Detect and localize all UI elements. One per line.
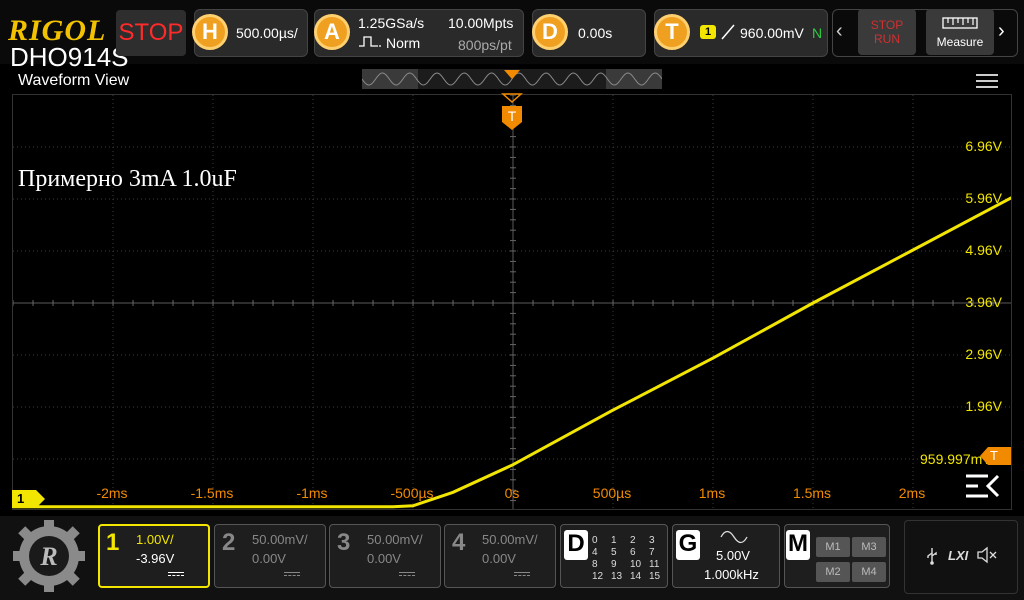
run-label: RUN	[874, 32, 900, 46]
measure-button[interactable]: Measure	[926, 9, 994, 55]
acquire-mode-icon	[359, 36, 381, 47]
trigger-source: 1	[700, 25, 716, 39]
math-m1[interactable]: M1	[816, 537, 850, 557]
ch1-offset-label: 1	[17, 491, 25, 506]
stop-run-button[interactable]: STOP RUN	[858, 9, 916, 55]
waveform-view-title: Waveform View	[18, 72, 130, 89]
math-m3[interactable]: M3	[852, 537, 886, 557]
trigger-badge: T	[654, 14, 690, 50]
run-state-indicator[interactable]: STOP	[116, 10, 186, 56]
channel-number: 3	[337, 529, 351, 556]
sample-rate: 1.25GSa/s	[358, 15, 425, 31]
channel-number: 1	[106, 529, 120, 556]
digital-bit-label: 11	[649, 559, 660, 570]
time-scale-label: 1.5ms	[792, 485, 832, 501]
digital-bit-label: 15	[649, 571, 661, 582]
channel-offset: 0.00V	[367, 551, 401, 566]
math-m4[interactable]: M4	[852, 562, 886, 582]
memory-depth: 10.00Mpts	[448, 15, 514, 31]
trigger-status: N	[812, 25, 823, 41]
horizontal-badge: H	[192, 14, 228, 50]
sine-wave-icon	[720, 530, 748, 544]
volt-scale-label: 3.96V	[965, 294, 1002, 310]
generator-frequency: 1.000kHz	[704, 567, 759, 582]
digital-bit-label: 8	[592, 559, 598, 570]
dc-coupling-icon	[514, 572, 530, 577]
chevron-left-icon[interactable]: ‹	[836, 20, 843, 43]
digital-bit-label: 10	[630, 559, 642, 570]
time-scale-label: 2ms	[898, 485, 926, 501]
acquire-badge: A	[314, 14, 350, 50]
volt-scale-label: 5.96V	[965, 190, 1002, 206]
time-scale-label: -2ms	[96, 485, 128, 501]
svg-text:R: R	[39, 542, 57, 571]
digital-bit-label: 1	[611, 535, 617, 546]
math-badge: M	[786, 530, 810, 560]
channel-offset: 0.00V	[252, 551, 286, 566]
digital-bit-label: 7	[649, 547, 655, 558]
rising-edge-icon	[721, 24, 735, 40]
channel-scale: 50.00mV/	[367, 532, 423, 547]
usb-icon	[927, 548, 937, 565]
digital-bit-label: 3	[649, 535, 655, 546]
channel-scale: 50.00mV/	[252, 532, 308, 547]
lxi-icon: LXI	[948, 548, 969, 563]
volt-scale-label: 4.96V	[965, 242, 1002, 258]
digital-bit-label: 12	[592, 571, 604, 582]
collapse-panel-icon[interactable]	[964, 472, 1002, 500]
speaker-muted-icon[interactable]	[976, 546, 998, 564]
channel-scale: 50.00mV/	[482, 532, 538, 547]
digital-badge: D	[564, 530, 588, 560]
channel-number: 4	[452, 529, 466, 556]
menu-icon[interactable]	[976, 74, 998, 88]
volt-scale-label: 6.96V	[965, 138, 1002, 154]
chevron-right-icon[interactable]: ›	[998, 20, 1005, 43]
time-scale-label: -1.5ms	[190, 485, 234, 501]
dc-coupling-icon	[168, 572, 184, 577]
time-resolution: 800ps/pt	[458, 37, 512, 53]
channel-number: 2	[222, 529, 236, 556]
generator-badge: G	[676, 530, 700, 560]
stop-label: STOP	[870, 18, 904, 32]
acquire-mode: Norm	[386, 35, 421, 51]
trigger-position-label: T	[507, 108, 517, 124]
digital-bit-label: 6	[630, 547, 636, 558]
timebase-value: 500.00µs/	[236, 25, 298, 41]
digital-bit-label: 2	[630, 535, 636, 546]
time-scale-label: 500µs	[592, 485, 632, 501]
ruler-icon	[942, 17, 978, 29]
time-scale-label: -1ms	[296, 485, 328, 501]
measure-label: Measure	[936, 35, 984, 49]
generator-amplitude: 5.00V	[716, 548, 750, 563]
time-scale-label: 0s	[504, 485, 520, 501]
digital-bit-label: 5	[611, 547, 617, 558]
digital-bit-label: 4	[592, 547, 598, 558]
delay-badge: D	[532, 14, 568, 50]
waveform-grid[interactable]	[12, 94, 1012, 510]
math-m2[interactable]: M2	[816, 562, 850, 582]
delay-value: 0.00s	[578, 25, 613, 41]
channel-scale: 1.00V/	[136, 532, 174, 547]
time-scale-label: 1ms	[698, 485, 726, 501]
volt-scale-label: 1.96V	[965, 398, 1002, 414]
digital-bit-label: 9	[611, 559, 617, 570]
digital-bit-label: 13	[611, 571, 623, 582]
memory-overview-strip[interactable]	[362, 69, 662, 89]
home-gear-icon[interactable]: R	[10, 518, 88, 594]
digital-bit-label: 14	[630, 571, 642, 582]
dc-coupling-icon	[399, 572, 415, 577]
annotation-text: Примерно 3mA 1.0uF	[18, 166, 237, 192]
time-scale-label: -500µs	[390, 485, 434, 501]
model-name: DHO914S	[10, 42, 129, 72]
channel-offset: -3.96V	[136, 551, 175, 566]
trigger-level: 960.00mV	[740, 25, 804, 41]
dc-coupling-icon	[284, 572, 300, 577]
volt-scale-label: 2.96V	[965, 346, 1002, 362]
digital-bit-label: 0	[592, 535, 598, 546]
trigger-level-marker-label: T	[990, 448, 998, 463]
channel-offset: 0.00V	[482, 551, 516, 566]
